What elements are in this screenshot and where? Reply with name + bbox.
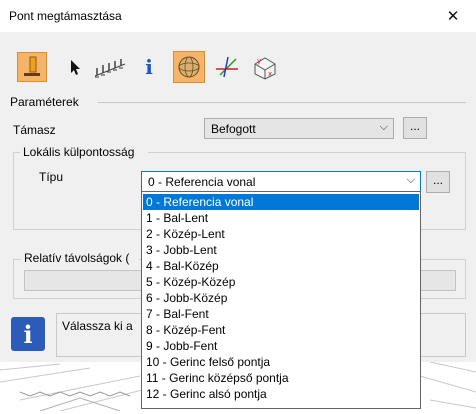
type-dropdown-list[interactable]: 0 - Referencia vonal 1 - Bal-Lent 2 - Kö… xyxy=(141,191,421,409)
info-icon: i xyxy=(11,317,45,351)
info-icon[interactable]: i xyxy=(134,52,164,82)
dropdown-option[interactable]: 11 - Gerinc középső pontja xyxy=(143,370,419,386)
dropdown-option[interactable]: 1 - Bal-Lent xyxy=(143,210,419,226)
support-point-icon[interactable] xyxy=(17,52,47,82)
dropdown-option[interactable]: 6 - Jobb-Közép xyxy=(143,290,419,306)
svg-text:y: y xyxy=(257,57,261,65)
info-message: Válassza ki a xyxy=(62,319,133,333)
chevron-down-icon: ⌵ xyxy=(406,174,415,186)
pointer-icon[interactable] xyxy=(60,52,90,82)
dropdown-option[interactable]: 5 - Közép-Közép xyxy=(143,274,419,290)
title-bar[interactable]: Pont megtámasztása ✕ xyxy=(0,0,476,32)
eccentricity-heading-text: Lokális külpontosság xyxy=(23,145,135,159)
type-browse-button[interactable]: ... xyxy=(426,171,450,193)
support-select[interactable]: Befogott ⌵ xyxy=(204,118,394,139)
dropdown-option[interactable]: 3 - Jobb-Lent xyxy=(143,242,419,258)
parameters-heading: Paraméterek xyxy=(10,95,79,109)
parameters-divider xyxy=(98,102,466,103)
dropdown-option[interactable]: 2 - Közép-Lent xyxy=(143,226,419,242)
dropdown-option[interactable]: 7 - Bal-Fent xyxy=(143,306,419,322)
dropdown-option[interactable]: 10 - Gerinc felső pontja xyxy=(143,354,419,370)
dropdown-option[interactable]: 12 - Gerinc alsó pontja xyxy=(143,386,419,402)
support-select-value: Befogott xyxy=(211,122,256,136)
svg-text:x: x xyxy=(268,70,272,78)
type-select[interactable]: 0 - Referencia vonal ⌵ xyxy=(141,171,421,192)
dropdown-option[interactable]: 4 - Bal-Közép xyxy=(143,258,419,274)
dropdown-option[interactable]: 0 - Referencia vonal xyxy=(143,194,419,210)
local-coordinate-icon[interactable]: y x xyxy=(250,52,280,82)
chevron-down-icon: ⌵ xyxy=(379,121,388,133)
axes-icon[interactable] xyxy=(212,52,242,82)
dropdown-option[interactable]: 8 - Közép-Fent xyxy=(143,322,419,338)
window-title: Pont megtámasztása xyxy=(9,9,122,23)
support-browse-button[interactable]: ... xyxy=(403,117,427,139)
sphere-icon[interactable] xyxy=(173,51,205,83)
type-select-value: 0 - Referencia vonal xyxy=(148,175,256,189)
close-button[interactable]: ✕ xyxy=(430,0,476,32)
dropdown-option[interactable]: 9 - Jobb-Fent xyxy=(143,338,419,354)
relative-heading: Relatív távolságok ( xyxy=(24,251,130,265)
type-label: Típu xyxy=(39,170,64,184)
support-label: Támasz xyxy=(13,123,56,137)
multi-support-icon[interactable] xyxy=(92,52,128,82)
